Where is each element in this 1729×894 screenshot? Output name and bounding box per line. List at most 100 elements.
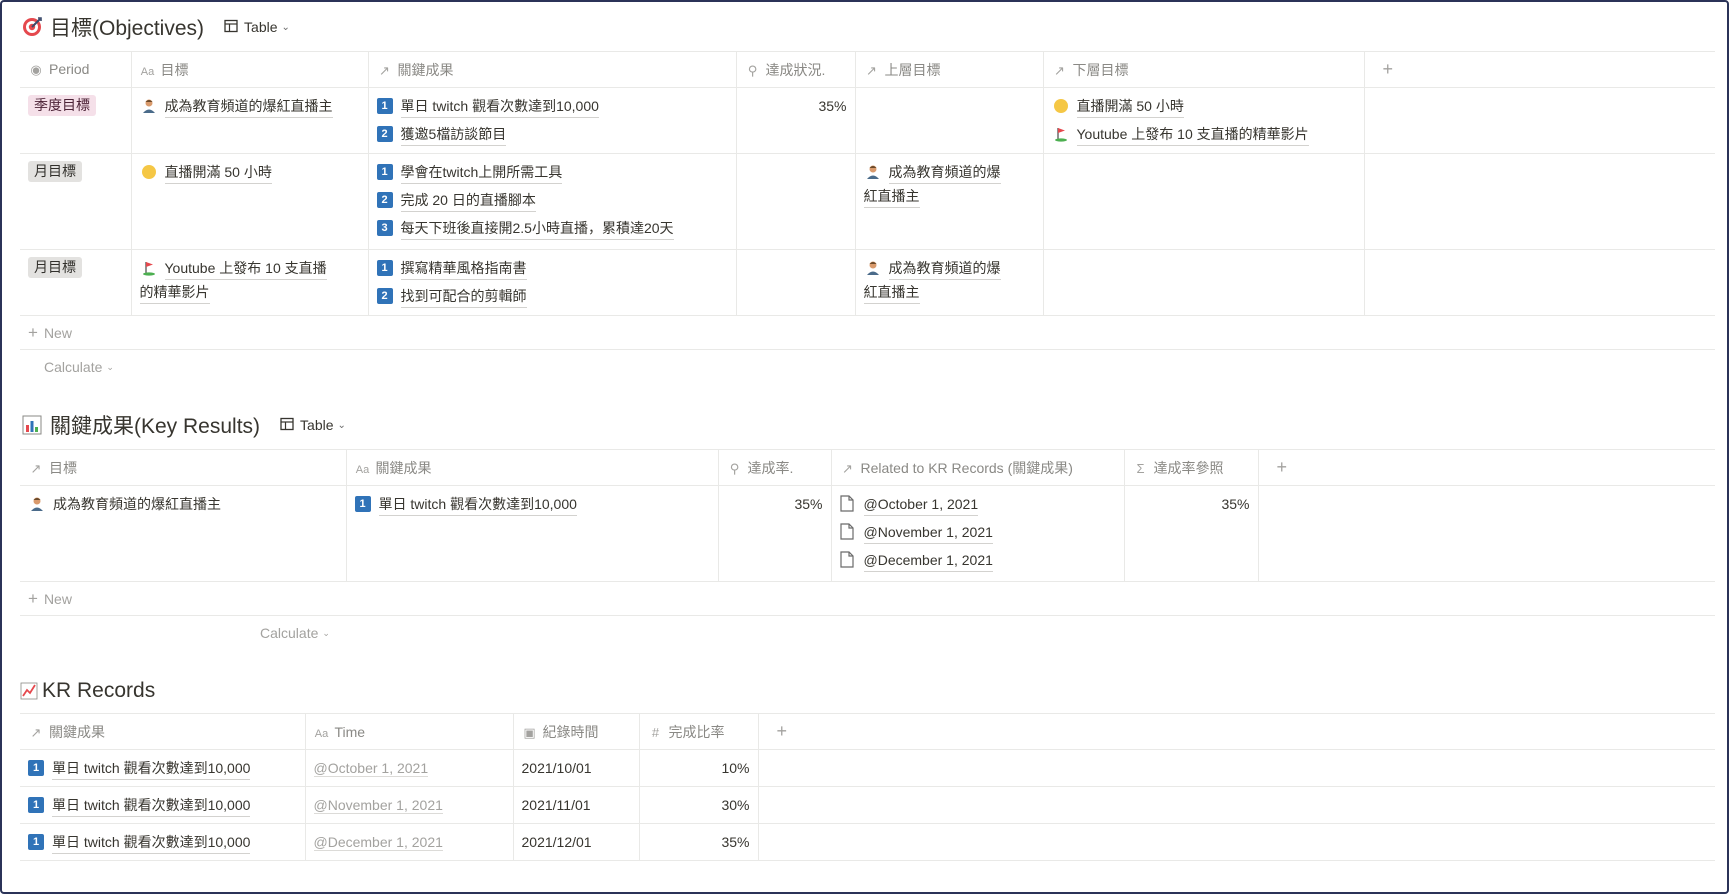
goal-link[interactable]: 直播開滿 50 小時 [164,161,272,184]
completion-cell[interactable]: 10% [639,749,759,787]
page-icon [839,523,854,540]
rate-ref-cell[interactable]: 35% [1124,485,1259,582]
record-link[interactable]: @December 1, 2021 [863,549,993,572]
key-results-cell[interactable]: 1 撰寫精華風格指南書 2 找到可配合的剪輯師 [368,249,737,316]
goal-cell[interactable]: 成為教育頻道的爆紅直播主 [20,485,347,582]
keycap-1-icon: 1 [28,760,44,776]
parent-goal-link[interactable]: 成為教育頻道的爆 [888,257,1001,280]
table-row[interactable]: 月目標 Youtube 上發布 10 支直播 的精華影片 1 撰寫精華風格指南書 … [20,249,1715,316]
objectives-new-row-button[interactable]: + New [20,316,1715,350]
related-records-cell[interactable]: @October 1, 2021 @November 1, 2021 @Dece… [831,485,1125,582]
key-result-cell[interactable]: 1 單日 twitch 觀看次數達到10,000 [20,749,306,787]
status-cell[interactable] [736,249,856,316]
key-result-cell[interactable]: 1 單日 twitch 觀看次數達到10,000 [20,786,306,824]
completion-cell[interactable]: 35% [639,823,759,861]
column-header-status[interactable]: ⚲ 達成狀況. [736,51,856,88]
key-result-link[interactable]: 單日 twitch 觀看次數達到10,000 [52,794,251,817]
status-cell[interactable] [736,153,856,250]
completion-cell[interactable]: 30% [639,786,759,824]
key-result-link[interactable]: 單日 twitch 觀看次數達到10,000 [52,831,251,854]
key-result-link[interactable]: 單日 twitch 觀看次數達到10,000 [52,757,251,780]
key-result-link[interactable]: 找到可配合的剪輯師 [400,285,527,308]
time-cell[interactable]: @October 1, 2021 [305,749,514,787]
page-icon [839,551,854,568]
goal-link[interactable]: Youtube 上發布 10 支直播 [164,257,327,280]
goal-link[interactable]: 成為教育頻道的爆紅直播主 [164,95,333,118]
table-row[interactable]: 成為教育頻道的爆紅直播主 1 單日 twitch 觀看次數達到10,000 35%… [20,485,1715,582]
period-cell[interactable]: 月目標 [20,153,132,250]
goal-link-cont[interactable]: 的精華影片 [139,281,210,304]
key-results-view-switcher[interactable]: Table ⌄ [274,415,352,436]
column-header-child-goal[interactable]: ↗ 下層目標 [1043,51,1365,88]
key-results-cell[interactable]: 1 單日 twitch 觀看次數達到10,000 2 獲邀5檔訪談節目 [368,87,737,154]
column-header-goal[interactable]: ↗ 目標 [20,449,347,486]
child-goal-link[interactable]: Youtube 上發布 10 支直播的精華影片 [1076,123,1309,146]
goal-cell[interactable]: 直播開滿 50 小時 [131,153,369,250]
child-goal-cell[interactable] [1043,153,1365,250]
status-cell[interactable]: 35% [736,87,856,154]
table-row[interactable]: 1 單日 twitch 觀看次數達到10,000 @November 1, 202… [20,786,1715,824]
column-header-rate-ref[interactable]: Σ 達成率參照 [1124,449,1259,486]
objectives-view-label: Table [244,19,278,35]
add-column-button[interactable]: + [1258,449,1715,486]
rate-cell[interactable]: 35% [718,485,832,582]
key-results-cell[interactable]: 1 學會在twitch上開所需工具 2 完成 20 日的直播腳本 3 每天下班後直接開… [368,153,737,250]
column-header-goal[interactable]: Aa 目標 [131,51,369,88]
key-results-new-row-button[interactable]: + New [20,582,1715,616]
objectives-calculate-button[interactable]: Calculate ⌄ [20,350,1715,384]
column-header-related-records[interactable]: ↗ Related to KR Records (關鍵成果) [831,449,1125,486]
time-cell[interactable]: @December 1, 2021 [305,823,514,861]
column-header-rate[interactable]: ⚲ 達成率. [718,449,832,486]
key-result-cell[interactable]: 1 單日 twitch 觀看次數達到10,000 [20,823,306,861]
key-result-link[interactable]: 單日 twitch 觀看次數達到10,000 [400,95,599,118]
record-link[interactable]: @November 1, 2021 [863,521,993,544]
period-cell[interactable]: 季度目標 [20,87,132,154]
date-cell[interactable]: 2021/12/01 [513,823,640,861]
date-cell[interactable]: 2021/10/01 [513,749,640,787]
time-cell[interactable]: @November 1, 2021 [305,786,514,824]
period-cell[interactable]: 月目標 [20,249,132,316]
parent-goal-link-cont[interactable]: 紅直播主 [863,185,920,208]
add-column-button[interactable]: + [1364,51,1715,88]
parent-goal-cell[interactable]: 成為教育頻道的爆 紅直播主 [855,153,1044,250]
objectives-table: ◉ Period Aa 目標 ↗ 關鍵成果 ⚲ 達成狀況. ↗ 上層目標 ↗ 下層目標 + … [20,51,1715,316]
column-header-record-date[interactable]: ▣ 紀錄時間 [513,713,640,750]
column-header-completion[interactable]: # 完成比率 [639,713,759,750]
parent-goal-cell[interactable] [855,87,1044,154]
time-mention[interactable]: @December 1, 2021 [313,834,443,851]
parent-goal-link-cont[interactable]: 紅直播主 [863,281,920,304]
key-result-link[interactable]: 每天下班後直接開2.5小時直播，累積達20天 [400,217,674,240]
table-row[interactable]: 月目標 直播開滿 50 小時 1 學會在twitch上開所需工具 2 完成 20 日… [20,153,1715,250]
add-column-button[interactable]: + [758,713,1715,750]
key-result-link[interactable]: 撰寫精華風格指南書 [400,257,527,280]
date-cell[interactable]: 2021/11/01 [513,786,640,824]
goal-cell[interactable]: Youtube 上發布 10 支直播 的精華影片 [131,249,369,316]
column-header-key-result[interactable]: Aa 關鍵成果 [346,449,719,486]
time-mention[interactable]: @November 1, 2021 [313,797,443,814]
child-goal-link[interactable]: 直播開滿 50 小時 [1076,95,1184,118]
key-result-link[interactable]: 學會在twitch上開所需工具 [400,161,563,184]
key-results-calculate-button[interactable]: Calculate ⌄ [20,616,1715,650]
time-mention[interactable]: @October 1, 2021 [313,760,429,777]
key-result-link[interactable]: 完成 20 日的直播腳本 [400,189,536,212]
column-header-key-result[interactable]: ↗ 關鍵成果 [20,713,306,750]
column-header-key-results[interactable]: ↗ 關鍵成果 [368,51,737,88]
key-result-cell[interactable]: 1 單日 twitch 觀看次數達到10,000 [346,485,719,582]
rollup-search-icon: ⚲ [729,460,740,476]
column-header-parent-goal[interactable]: ↗ 上層目標 [855,51,1044,88]
child-goal-cell[interactable] [1043,249,1365,316]
table-row[interactable]: 1 單日 twitch 觀看次數達到10,000 @October 1, 2021… [20,749,1715,787]
column-header-time[interactable]: Aa Time [305,713,514,750]
record-link[interactable]: @October 1, 2021 [863,493,979,516]
child-goal-cell[interactable]: 直播開滿 50 小時 Youtube 上發布 10 支直播的精華影片 [1043,87,1365,154]
table-row[interactable]: 1 單日 twitch 觀看次數達到10,000 @December 1, 202… [20,823,1715,861]
goal-cell[interactable]: 成為教育頻道的爆紅直播主 [131,87,369,154]
goal-link[interactable]: 成為教育頻道的爆紅直播主 [53,493,221,515]
parent-goal-cell[interactable]: 成為教育頻道的爆 紅直播主 [855,249,1044,316]
column-header-period[interactable]: ◉ Period [20,51,132,88]
table-row[interactable]: 季度目標 成為教育頻道的爆紅直播主 1 單日 twitch 觀看次數達到10,00… [20,87,1715,154]
key-result-link[interactable]: 獲邀5檔訪談節目 [400,123,507,146]
parent-goal-link[interactable]: 成為教育頻道的爆 [888,161,1001,184]
key-result-title[interactable]: 單日 twitch 觀看次數達到10,000 [378,493,577,516]
objectives-view-switcher[interactable]: Table ⌄ [218,17,296,38]
